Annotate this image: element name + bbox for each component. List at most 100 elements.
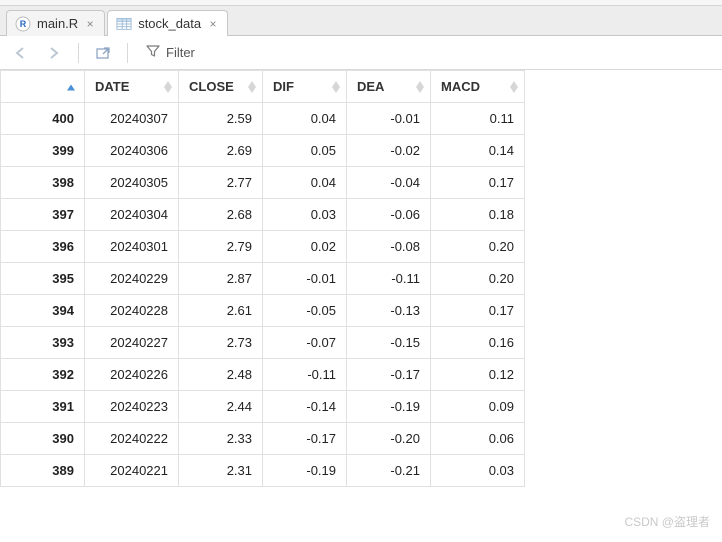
macd-cell: 0.09: [431, 391, 525, 423]
macd-cell: 0.11: [431, 103, 525, 135]
macd-cell: 0.12: [431, 359, 525, 391]
table-row[interactable]: 398202403052.770.04-0.040.17: [1, 167, 525, 199]
close-icon[interactable]: ×: [84, 18, 96, 30]
date-cell: 20240306: [85, 135, 179, 167]
separator: [127, 43, 128, 63]
column-header-date[interactable]: DATE: [85, 71, 179, 103]
header-label: CLOSE: [189, 79, 234, 94]
table-row[interactable]: 390202402222.33-0.17-0.200.06: [1, 423, 525, 455]
column-header-dea[interactable]: DEA: [347, 71, 431, 103]
macd-cell: 0.03: [431, 455, 525, 487]
row-number-cell: 394: [1, 295, 85, 327]
dif-cell: -0.07: [263, 327, 347, 359]
row-number-cell: 392: [1, 359, 85, 391]
table-row[interactable]: 399202403062.690.05-0.020.14: [1, 135, 525, 167]
table-row[interactable]: 394202402282.61-0.05-0.130.17: [1, 295, 525, 327]
macd-cell: 0.18: [431, 199, 525, 231]
table-row[interactable]: 389202402212.31-0.19-0.210.03: [1, 455, 525, 487]
table-row[interactable]: 391202402232.44-0.14-0.190.09: [1, 391, 525, 423]
dea-cell: -0.08: [347, 231, 431, 263]
macd-cell: 0.06: [431, 423, 525, 455]
header-label: DIF: [273, 79, 294, 94]
popout-button[interactable]: [91, 42, 115, 64]
table-row[interactable]: 397202403042.680.03-0.060.18: [1, 199, 525, 231]
close-cell: 2.33: [179, 423, 263, 455]
back-button[interactable]: [10, 42, 34, 64]
macd-cell: 0.16: [431, 327, 525, 359]
dea-cell: -0.21: [347, 455, 431, 487]
dif-cell: -0.05: [263, 295, 347, 327]
sort-icon: [332, 81, 340, 93]
date-cell: 20240223: [85, 391, 179, 423]
date-cell: 20240307: [85, 103, 179, 135]
table-row[interactable]: 396202403012.790.02-0.080.20: [1, 231, 525, 263]
dea-cell: -0.11: [347, 263, 431, 295]
filter-button[interactable]: Filter: [140, 42, 201, 63]
close-cell: 2.69: [179, 135, 263, 167]
row-number-cell: 396: [1, 231, 85, 263]
row-number-cell: 393: [1, 327, 85, 359]
close-cell: 2.61: [179, 295, 263, 327]
editor-tab-bar: R main.R × stock_data ×: [0, 6, 722, 36]
close-cell: 2.68: [179, 199, 263, 231]
close-cell: 2.73: [179, 327, 263, 359]
dif-cell: 0.05: [263, 135, 347, 167]
close-icon[interactable]: ×: [207, 18, 219, 30]
table-row[interactable]: 400202403072.590.04-0.010.11: [1, 103, 525, 135]
close-cell: 2.59: [179, 103, 263, 135]
dif-cell: -0.14: [263, 391, 347, 423]
row-number-cell: 391: [1, 391, 85, 423]
date-cell: 20240305: [85, 167, 179, 199]
dif-cell: 0.04: [263, 103, 347, 135]
row-number-cell: 399: [1, 135, 85, 167]
header-row: DATE CLOSE DIF: [1, 71, 525, 103]
column-header-dif[interactable]: DIF: [263, 71, 347, 103]
sort-icon: [248, 81, 256, 93]
macd-cell: 0.14: [431, 135, 525, 167]
macd-cell: 0.20: [431, 263, 525, 295]
date-cell: 20240228: [85, 295, 179, 327]
column-header-close[interactable]: CLOSE: [179, 71, 263, 103]
svg-text:R: R: [20, 19, 27, 29]
dif-cell: 0.04: [263, 167, 347, 199]
close-cell: 2.31: [179, 455, 263, 487]
date-cell: 20240301: [85, 231, 179, 263]
dif-cell: -0.11: [263, 359, 347, 391]
close-cell: 2.79: [179, 231, 263, 263]
data-table: DATE CLOSE DIF: [0, 70, 525, 487]
close-cell: 2.44: [179, 391, 263, 423]
header-label: MACD: [441, 79, 480, 94]
row-number-cell: 389: [1, 455, 85, 487]
r-file-icon: R: [15, 16, 31, 32]
dif-cell: -0.01: [263, 263, 347, 295]
tab-main-r[interactable]: R main.R ×: [6, 10, 105, 36]
header-label: DEA: [357, 79, 384, 94]
table-row[interactable]: 393202402272.73-0.07-0.150.16: [1, 327, 525, 359]
close-cell: 2.48: [179, 359, 263, 391]
row-number-cell: 400: [1, 103, 85, 135]
dif-cell: -0.19: [263, 455, 347, 487]
tab-stock-data[interactable]: stock_data ×: [107, 10, 228, 36]
dea-cell: -0.06: [347, 199, 431, 231]
row-number-cell: 390: [1, 423, 85, 455]
header-label: DATE: [95, 79, 129, 94]
row-number-cell: 397: [1, 199, 85, 231]
dea-cell: -0.15: [347, 327, 431, 359]
data-frame-icon: [116, 16, 132, 32]
dea-cell: -0.02: [347, 135, 431, 167]
dif-cell: 0.03: [263, 199, 347, 231]
date-cell: 20240222: [85, 423, 179, 455]
sort-asc-icon: [66, 79, 76, 94]
sort-icon: [510, 81, 518, 93]
data-grid[interactable]: DATE CLOSE DIF: [0, 70, 722, 542]
column-header-rownum[interactable]: [1, 71, 85, 103]
table-row[interactable]: 392202402262.48-0.11-0.170.12: [1, 359, 525, 391]
table-row[interactable]: 395202402292.87-0.01-0.110.20: [1, 263, 525, 295]
forward-button[interactable]: [42, 42, 66, 64]
dea-cell: -0.19: [347, 391, 431, 423]
separator: [78, 43, 79, 63]
filter-icon: [146, 44, 160, 61]
close-cell: 2.87: [179, 263, 263, 295]
filter-label: Filter: [166, 45, 195, 60]
column-header-macd[interactable]: MACD: [431, 71, 525, 103]
